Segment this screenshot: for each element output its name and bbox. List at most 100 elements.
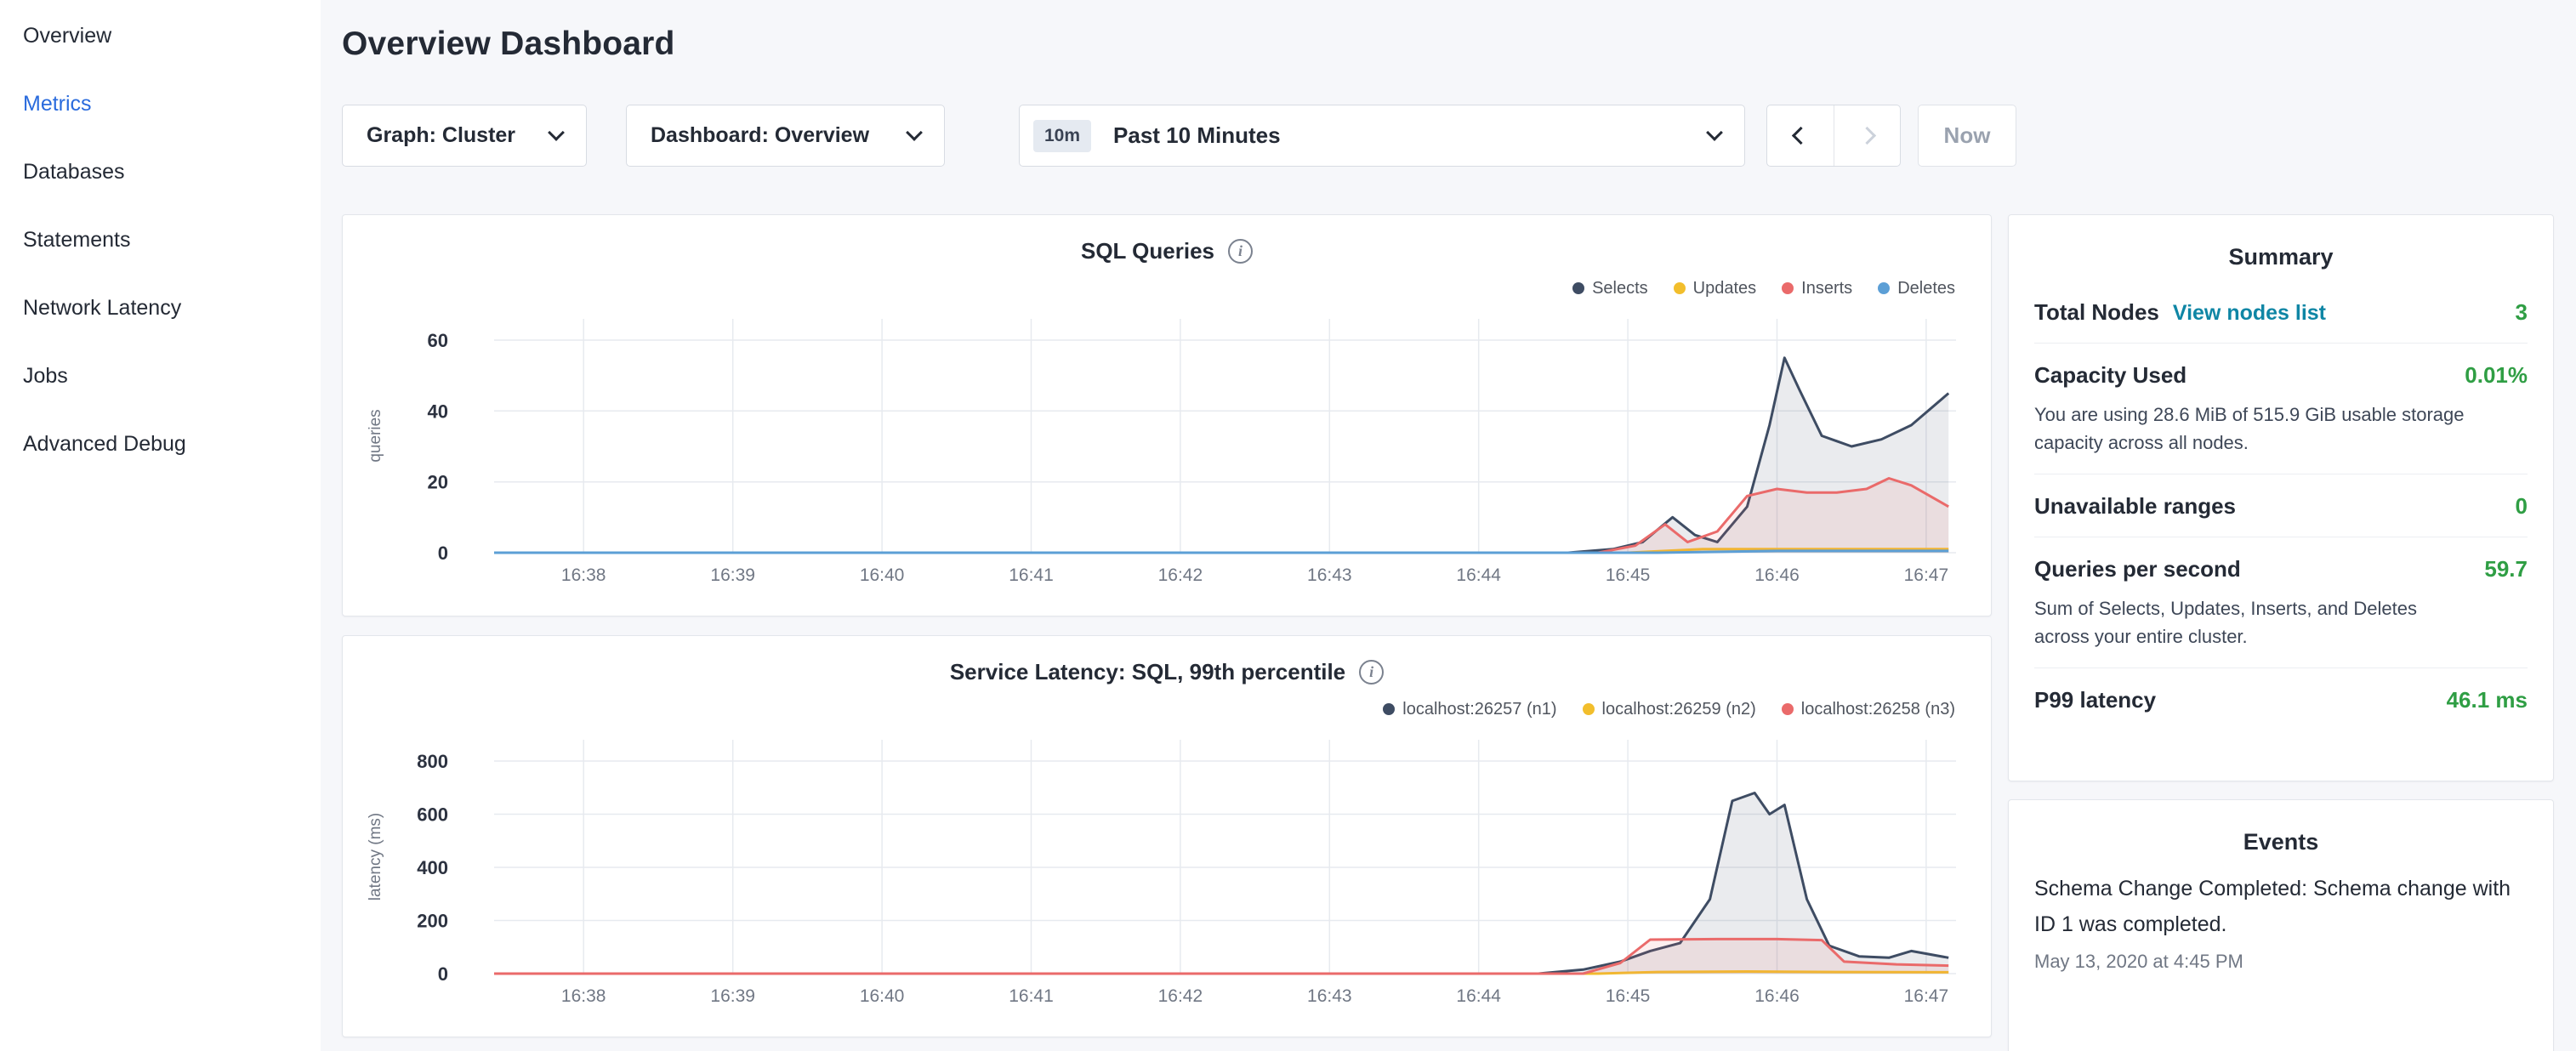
summary-label: Queries per second: [2034, 556, 2241, 582]
service-latency-chart[interactable]: 020040060080016:3816:3916:4016:4116:4216…: [343, 726, 1993, 1007]
sidebar-item-overview[interactable]: Overview: [0, 2, 321, 70]
svg-text:16:43: 16:43: [1307, 986, 1352, 1006]
summary-row-total-nodes: Total Nodes View nodes list 3: [2034, 281, 2528, 344]
sidebar-item-databases[interactable]: Databases: [0, 138, 321, 206]
svg-text:16:40: 16:40: [860, 986, 905, 1006]
summary-description: You are using 28.6 MiB of 515.9 GiB usab…: [2034, 401, 2476, 457]
legend-dot: [1782, 282, 1794, 294]
svg-text:16:41: 16:41: [1009, 986, 1054, 1006]
summary-panel: Summary Total Nodes View nodes list 3 Ca…: [2008, 214, 2554, 781]
svg-text:16:47: 16:47: [1904, 986, 1949, 1006]
y-axis-label: latency (ms): [367, 813, 384, 900]
chart-header: Service Latency: SQL, 99th percentile i: [343, 658, 1991, 685]
svg-text:0: 0: [438, 543, 448, 564]
summary-label: Capacity Used: [2034, 362, 2186, 389]
summary-value: 0.01%: [2465, 362, 2528, 389]
y-axis-ticks: 0200400600800: [417, 751, 448, 985]
sidebar-item-advanced-debug[interactable]: Advanced Debug: [0, 410, 321, 478]
time-range-label: Past 10 Minutes: [1113, 122, 1281, 149]
time-range-dropdown[interactable]: 10m Past 10 Minutes: [1019, 105, 1745, 167]
legend-dot: [1878, 282, 1890, 294]
svg-text:16:40: 16:40: [860, 565, 905, 585]
summary-value: 59.7: [2484, 556, 2528, 582]
summary-row-capacity-used: Capacity Used 0.01% You are using 28.6 M…: [2034, 344, 2528, 474]
sidebar-item-metrics[interactable]: Metrics: [0, 70, 321, 138]
legend-dot: [1583, 703, 1595, 715]
svg-text:40: 40: [428, 401, 448, 422]
chevron-down-icon: [906, 124, 923, 141]
event-entry-text: Schema Change Completed: Schema change w…: [2034, 871, 2528, 942]
svg-text:16:41: 16:41: [1009, 565, 1054, 585]
events-panel: Events Schema Change Completed: Schema c…: [2008, 799, 2554, 1051]
view-nodes-list-link[interactable]: View nodes list: [2173, 301, 2326, 326]
info-icon[interactable]: i: [1359, 660, 1384, 685]
dashboard-controls: Graph: Cluster Dashboard: Overview 10m P…: [342, 105, 2554, 167]
legend-item[interactable]: localhost:26258 (n3): [1782, 699, 1955, 719]
sql-queries-chart[interactable]: 020406016:3816:3916:4016:4116:4216:4316:…: [343, 305, 1993, 586]
svg-text:16:46: 16:46: [1754, 986, 1800, 1006]
dashboard-label: Dashboard: Overview: [651, 123, 869, 148]
legend-item[interactable]: Selects: [1572, 278, 1648, 298]
legend-item[interactable]: Deletes: [1878, 278, 1955, 298]
legend-label: localhost:26257 (n1): [1402, 700, 1556, 719]
svg-text:800: 800: [417, 751, 448, 772]
legend-dot: [1572, 282, 1584, 294]
time-range-badge: 10m: [1033, 120, 1091, 152]
chevron-right-icon: [1858, 127, 1876, 145]
legend-dot: [1383, 703, 1395, 715]
event-entry-timestamp: May 13, 2020 at 4:45 PM: [2034, 951, 2528, 973]
dashboard-dropdown[interactable]: Dashboard: Overview: [626, 105, 945, 167]
svg-text:400: 400: [417, 857, 448, 878]
summary-value: 3: [2516, 299, 2528, 326]
chart-header: SQL Queries i: [343, 237, 1991, 264]
main-content: Overview Dashboard Graph: Cluster Dashbo…: [321, 0, 2576, 1051]
prev-time-window-button[interactable]: [1767, 105, 1834, 166]
legend-dot: [1782, 703, 1794, 715]
x-axis-ticks: 16:3816:3916:4016:4116:4216:4316:4416:45…: [561, 986, 1948, 1006]
chart-title: SQL Queries: [1081, 238, 1214, 264]
legend-label: Updates: [1693, 279, 1757, 298]
legend-dot: [1674, 282, 1686, 294]
chart-legend: localhost:26257 (n1) localhost:26259 (n2)…: [343, 699, 1955, 719]
legend-item[interactable]: Inserts: [1782, 278, 1852, 298]
legend-item[interactable]: localhost:26259 (n2): [1583, 699, 1756, 719]
chart-card-sql-queries: SQL Queries i Selects Updates Inserts Delet…: [342, 214, 1992, 616]
svg-text:16:38: 16:38: [561, 986, 606, 1006]
legend-label: Selects: [1592, 279, 1648, 298]
chevron-down-icon: [1706, 124, 1723, 141]
chevron-left-icon: [1791, 127, 1809, 145]
legend-item[interactable]: localhost:26257 (n1): [1383, 699, 1556, 719]
legend-label: localhost:26258 (n3): [1801, 700, 1955, 719]
sidebar-item-jobs[interactable]: Jobs: [0, 342, 321, 410]
next-time-window-button[interactable]: [1834, 105, 1900, 166]
charts-column: SQL Queries i Selects Updates Inserts Delet…: [342, 214, 1992, 1037]
dashboard-body: SQL Queries i Selects Updates Inserts Delet…: [342, 214, 2554, 1051]
graph-scope-label: Graph: Cluster: [367, 123, 515, 148]
svg-text:16:44: 16:44: [1456, 986, 1501, 1006]
summary-row-queries-per-second: Queries per second 59.7 Sum of Selects, …: [2034, 537, 2528, 668]
legend-label: Inserts: [1801, 279, 1852, 298]
summary-value: 0: [2516, 493, 2528, 520]
time-window-stepper: [1766, 105, 1901, 167]
sidebar-item-statements[interactable]: Statements: [0, 206, 321, 274]
svg-text:0: 0: [438, 963, 448, 985]
chart-title: Service Latency: SQL, 99th percentile: [950, 659, 1345, 685]
right-sidebar: Summary Total Nodes View nodes list 3 Ca…: [2008, 214, 2554, 1051]
svg-text:16:45: 16:45: [1606, 565, 1651, 585]
svg-text:16:47: 16:47: [1904, 565, 1949, 585]
svg-text:60: 60: [428, 330, 448, 351]
graph-scope-dropdown[interactable]: Graph: Cluster: [342, 105, 587, 167]
summary-row-unavailable-ranges: Unavailable ranges 0: [2034, 474, 2528, 537]
sidebar-item-network-latency[interactable]: Network Latency: [0, 274, 321, 342]
svg-text:200: 200: [417, 911, 448, 932]
legend-item[interactable]: Updates: [1674, 278, 1757, 298]
chart-card-service-latency: Service Latency: SQL, 99th percentile i …: [342, 635, 1992, 1037]
y-axis-label: queries: [367, 409, 384, 462]
info-icon[interactable]: i: [1228, 239, 1253, 264]
now-button[interactable]: Now: [1918, 105, 2016, 167]
svg-text:16:43: 16:43: [1307, 565, 1352, 585]
series-line: [494, 551, 1948, 553]
x-axis-ticks: 16:3816:3916:4016:4116:4216:4316:4416:45…: [561, 565, 1948, 585]
page-title: Overview Dashboard: [342, 26, 2554, 63]
svg-text:16:45: 16:45: [1606, 986, 1651, 1006]
